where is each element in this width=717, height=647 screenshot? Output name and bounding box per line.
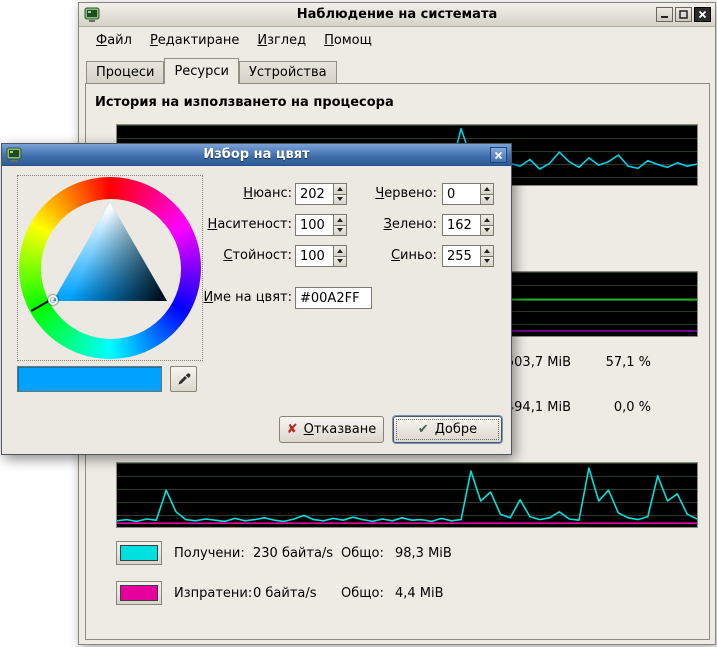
- maximize-button[interactable]: [675, 7, 692, 22]
- cancel-label: Отказване: [304, 422, 377, 437]
- red-spin-down[interactable]: [480, 195, 494, 206]
- memory-used-percent: 57,1 %: [579, 355, 651, 370]
- menu-bar: Файл Редактиране Изглед Помощ: [79, 28, 715, 53]
- sent-color-swatch: [120, 585, 158, 601]
- received-total-label: Общо:: [341, 546, 395, 561]
- color-preview: [17, 366, 162, 392]
- menu-view[interactable]: Изглед: [248, 30, 315, 51]
- dialog-close-icon: [494, 151, 503, 160]
- notebook-tabs: Процеси Ресурси Устройства: [86, 58, 337, 84]
- red-label: Червено:: [327, 183, 437, 205]
- menu-file[interactable]: Файл: [87, 30, 141, 51]
- sent-total-label: Общо:: [341, 586, 395, 601]
- cancel-icon: ✘: [287, 422, 298, 437]
- window-titlebar[interactable]: Наблюдение на системата: [79, 3, 715, 27]
- red-spin-up[interactable]: [480, 183, 494, 195]
- swap-used-percent: 0,0 %: [579, 400, 651, 415]
- green-label: Зелено:: [327, 214, 437, 236]
- received-color-swatch: [120, 545, 158, 561]
- value-label: Стойност:: [172, 245, 292, 267]
- dialog-title: Избор на цвят: [2, 147, 511, 162]
- close-button[interactable]: [694, 7, 711, 22]
- network-history-chart: [116, 462, 698, 528]
- ok-label: Добре: [435, 422, 477, 437]
- green-spinbutton: [442, 214, 494, 236]
- menu-edit[interactable]: Редактиране: [141, 30, 248, 51]
- received-label: Получени:: [174, 546, 253, 561]
- green-input[interactable]: [442, 214, 480, 236]
- window-title: Наблюдение на системата: [79, 7, 715, 22]
- blue-label: Синьо:: [327, 245, 437, 267]
- blue-spin-down[interactable]: [480, 257, 494, 268]
- minimize-button[interactable]: [656, 7, 673, 22]
- sv-selection-marker: [48, 295, 58, 305]
- cpu-history-title: История на използването на процесора: [95, 95, 394, 110]
- received-total: 98,3 MiB: [395, 546, 452, 561]
- received-rate: 230 байта/s: [253, 546, 341, 561]
- dialog-titlebar[interactable]: Избор на цвят: [2, 144, 511, 166]
- blue-spin-up[interactable]: [480, 245, 494, 257]
- received-color-button[interactable]: [116, 541, 162, 565]
- maximize-icon: [679, 10, 688, 19]
- color-name-input[interactable]: [295, 287, 372, 309]
- green-spin-down[interactable]: [480, 226, 494, 237]
- close-icon: [698, 10, 707, 19]
- cancel-button[interactable]: ✘ Отказване: [279, 416, 384, 443]
- hue-label: Нюанс:: [172, 183, 292, 205]
- tab-devices[interactable]: Устройства: [239, 61, 337, 83]
- color-name-label: Име на цвят:: [162, 287, 292, 309]
- sent-label: Изпратени:: [174, 586, 253, 601]
- tab-resources[interactable]: Ресурси: [164, 58, 239, 84]
- red-input[interactable]: [442, 183, 480, 205]
- color-picker-dialog: Избор на цвят Нюанс: Наситеност: Стойнос…: [1, 143, 512, 455]
- eyedropper-button[interactable]: [170, 366, 197, 392]
- blue-input[interactable]: [442, 245, 480, 267]
- network-sent-row: Изпратени: 0 байта/s Общо: 4,4 MiB: [116, 580, 444, 606]
- ok-icon: ✔: [418, 422, 429, 437]
- blue-spinbutton: [442, 245, 494, 267]
- eyedropper-icon: [176, 371, 192, 387]
- window-controls: [656, 7, 711, 22]
- sent-total: 4,4 MiB: [395, 586, 444, 601]
- sent-rate: 0 байта/s: [253, 586, 341, 601]
- tab-processes[interactable]: Процеси: [86, 61, 164, 83]
- dialog-close-button[interactable]: [490, 147, 507, 163]
- minimize-icon: [660, 10, 669, 19]
- sent-color-button[interactable]: [116, 581, 162, 605]
- green-spin-up[interactable]: [480, 214, 494, 226]
- menu-help[interactable]: Помощ: [315, 30, 381, 51]
- network-received-row: Получени: 230 байта/s Общо: 98,3 MiB: [116, 540, 452, 566]
- red-spinbutton: [442, 183, 494, 205]
- ok-button[interactable]: ✔ Добре: [393, 416, 502, 443]
- saturation-label: Наситеност:: [172, 214, 292, 236]
